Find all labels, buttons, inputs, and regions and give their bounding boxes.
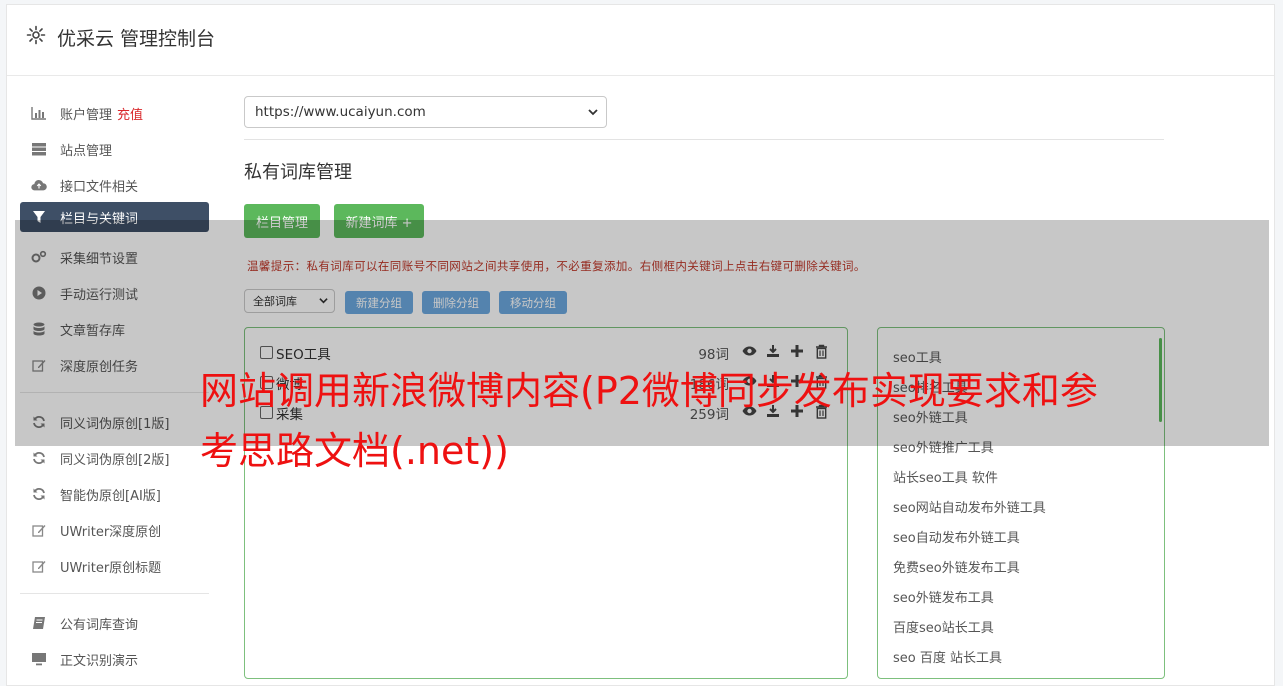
keyword-item[interactable]: seo外链发布工具 [893,587,994,606]
recharge-link[interactable]: 充值 [117,104,143,123]
sidebar-item-label: 站点管理 [60,143,113,159]
sidebar-item-uwriter-deep[interactable]: UWriter深度原创 [20,515,209,545]
gear-icon [26,25,46,45]
sidebar-item-label: 同义词伪原创[2版] [60,452,170,468]
sidebar-item-sites[interactable]: 站点管理 [20,134,209,164]
sidebar-divider [20,593,209,594]
site-select-value: https://www.ucaiyun.com [255,104,426,120]
sidebar-item-label: UWriter原创标题 [60,560,162,576]
sidebar-item-uwriter-title[interactable]: UWriter原创标题 [20,551,209,581]
sidebar-item-ai-rewrite[interactable]: 智能伪原创[AI版] [20,479,209,509]
keyword-item[interactable]: 免费seo外链发布工具 [893,557,1020,576]
keyword-item[interactable]: 百度seo站长工具 [893,617,994,636]
sidebar-item-label: UWriter深度原创 [60,524,162,540]
server-icon [31,141,47,157]
book-icon [31,615,47,631]
sidebar-item-label: 接口文件相关 [60,179,139,195]
bar-chart-icon [31,105,47,121]
sidebar-item-label: 公有词库查询 [60,617,139,633]
sidebar-item-public-library[interactable]: 公有词库查询 [20,608,209,638]
refresh-icon [31,450,47,466]
chevron-down-icon [588,109,598,116]
overlay-title: 网站调用新浪微博内容(P2微博同步发布实现要求和参考思路文档(.net)) [200,369,1098,473]
sidebar-item-synonym-v2[interactable]: 同义词伪原创[2版] [20,443,209,473]
refresh-icon [31,486,47,502]
keyword-item[interactable]: seo 百度 站长工具 [893,647,1002,666]
edit-icon [31,558,47,574]
sidebar-item-text-recognition[interactable]: 正文识别演示 [20,644,209,674]
sidebar-item-interface[interactable]: 接口文件相关 [20,170,209,200]
page-title: 优采云 管理控制台 [57,28,216,50]
sidebar-item-label: 账户管理 [60,107,113,123]
divider [244,139,1164,140]
sidebar-item-label: 智能伪原创[AI版] [60,488,161,504]
section-title: 私有词库管理 [244,162,352,183]
sidebar-item-label: 正文识别演示 [60,653,139,669]
keyword-item[interactable]: seo网站自动发布外链工具 [893,497,1046,516]
page-header: 优采云 管理控制台 [7,5,1274,76]
cloud-upload-icon [31,177,47,193]
keyword-item[interactable]: seo自动发布外链工具 [893,527,1020,546]
site-select[interactable]: https://www.ucaiyun.com [244,96,607,128]
edit-icon [31,522,47,538]
sidebar-item-account[interactable]: 账户管理 充值 [20,98,209,128]
monitor-icon [31,651,47,667]
